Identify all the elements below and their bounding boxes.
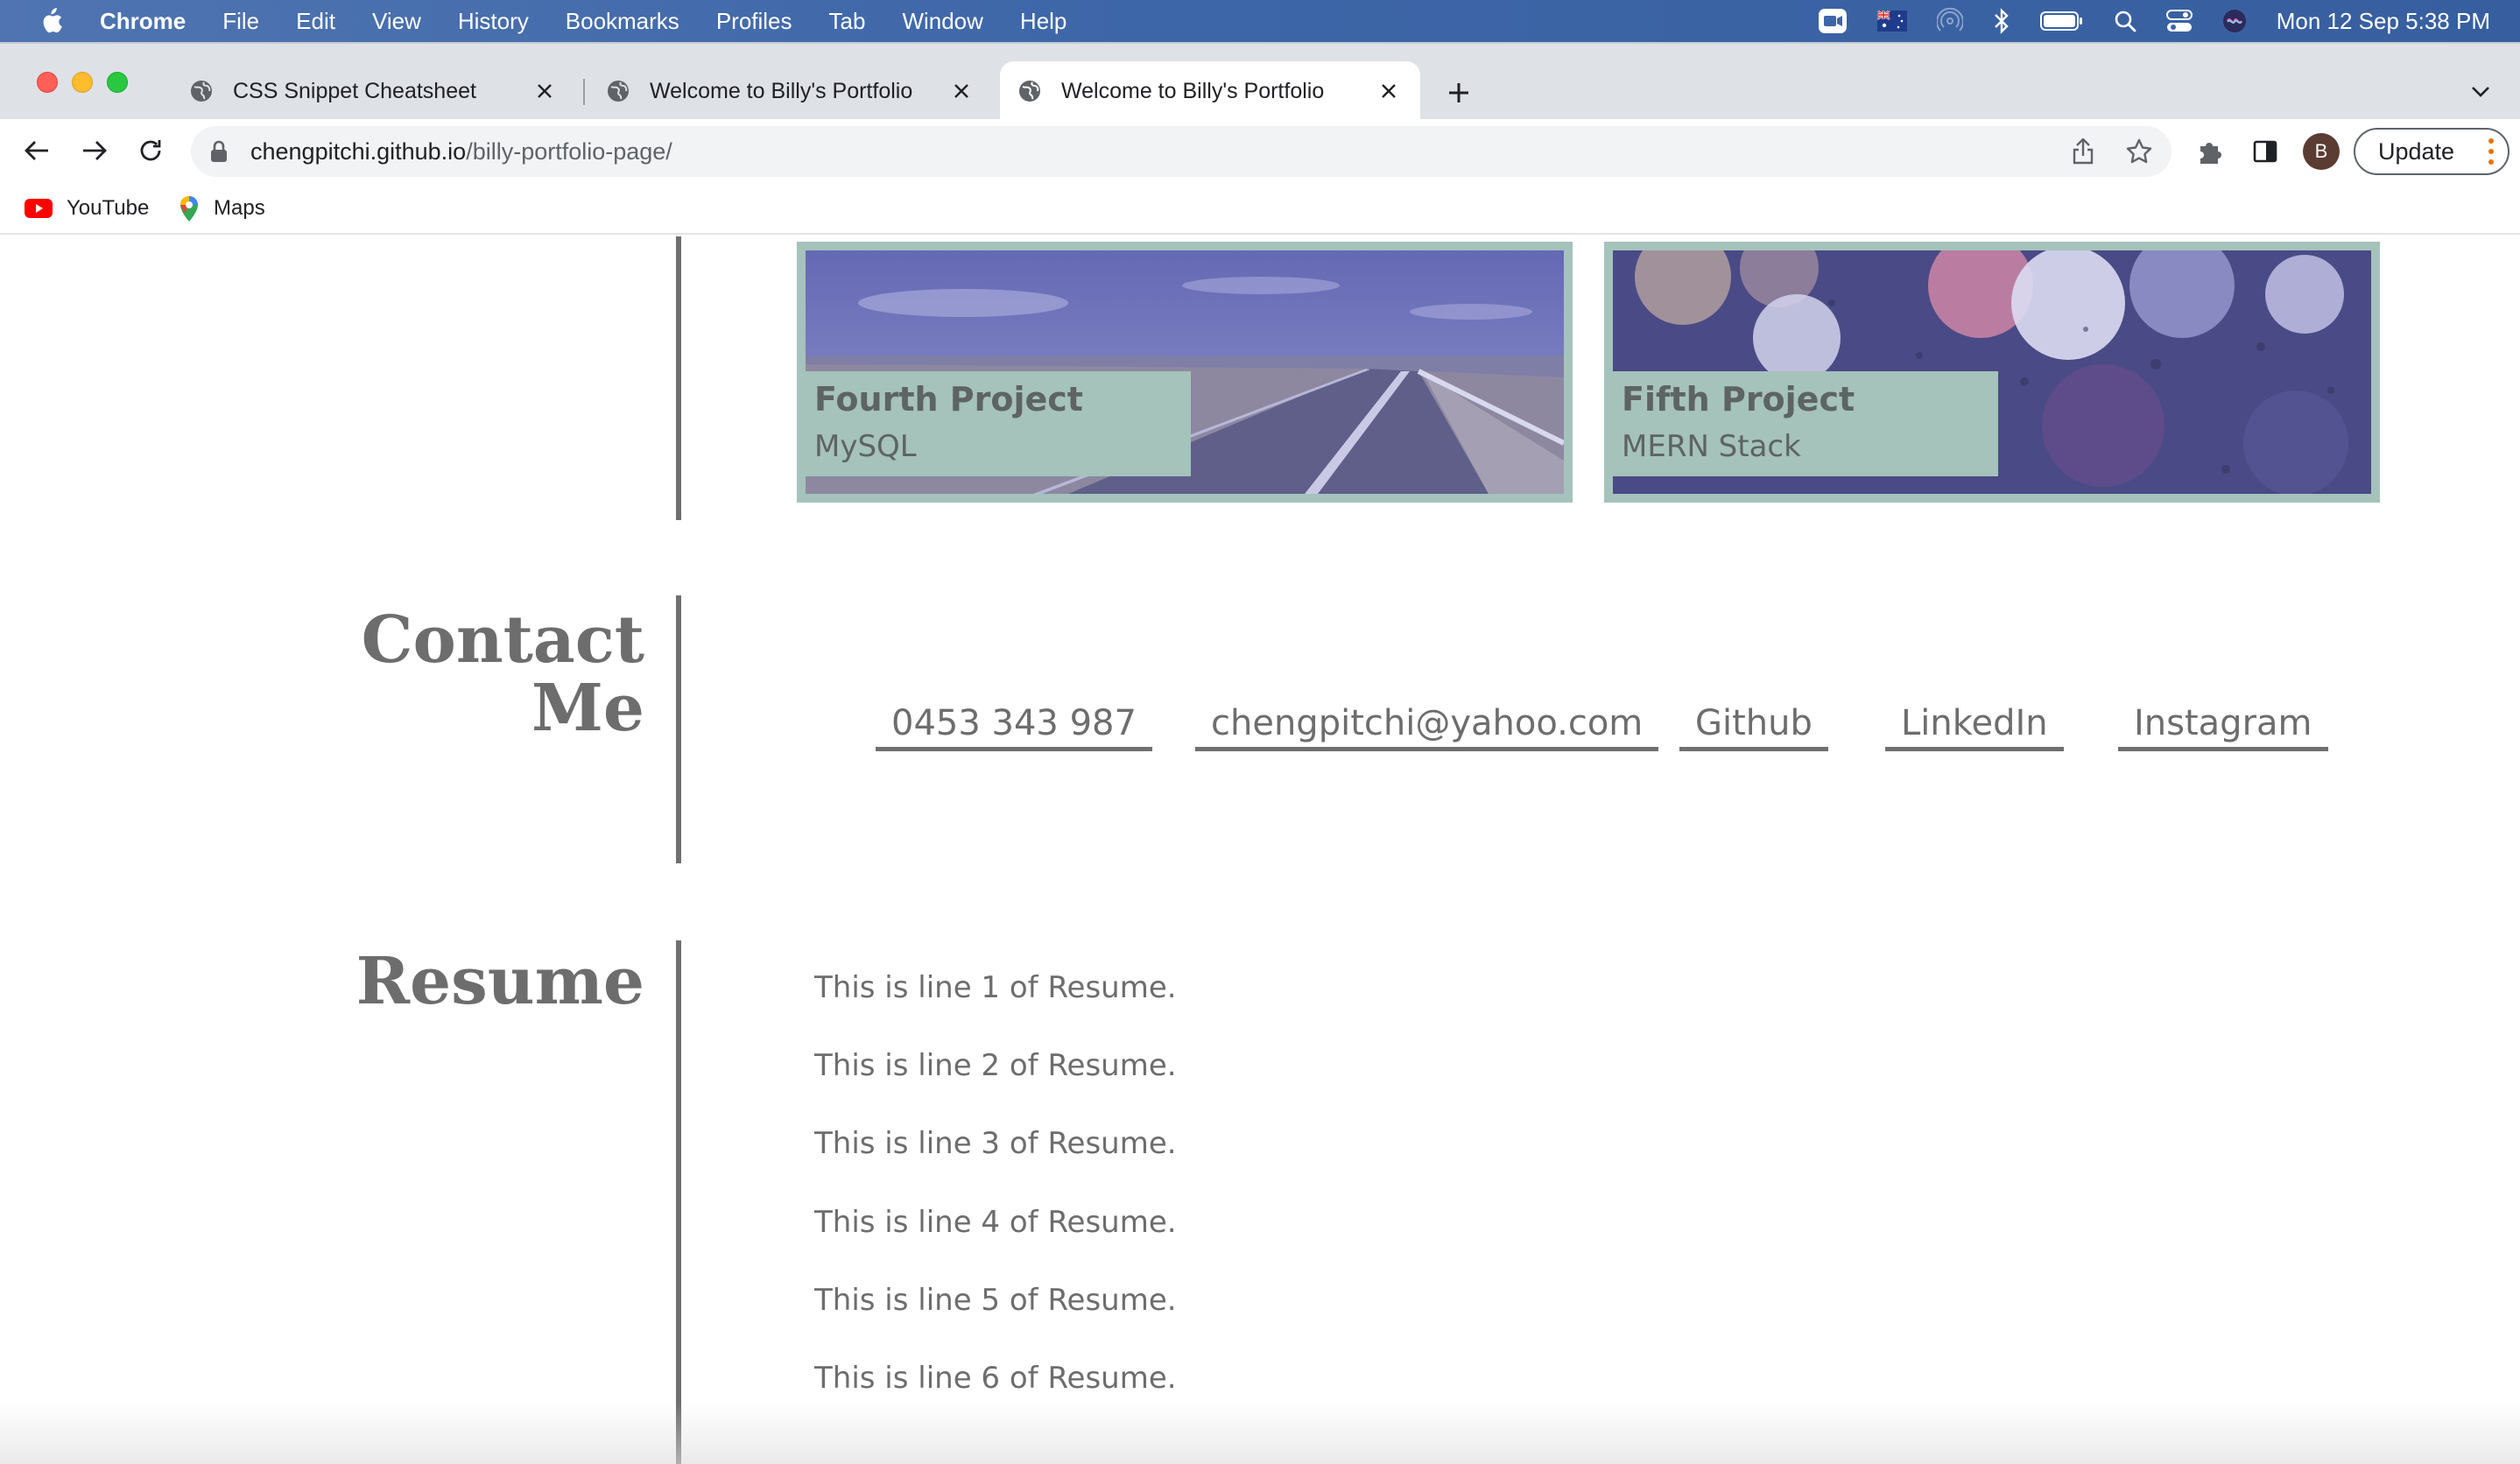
battery-icon[interactable]	[2039, 11, 2084, 32]
menu-tab[interactable]: Tab	[829, 8, 866, 35]
url-path: /billy-portfolio-page/	[466, 137, 672, 165]
project-card-fourth[interactable]: Fourth Project MySQL	[797, 242, 1573, 503]
tab-billys-portfolio-active[interactable]: Welcome to Billy's Portfolio	[1000, 61, 1420, 121]
reload-icon[interactable]	[133, 133, 168, 168]
airdrop-icon[interactable]	[1936, 8, 1963, 34]
menubar-clock[interactable]: Mon 12 Sep 5:38 PM	[2277, 8, 2490, 35]
macos-menu-bar: Chrome File Edit View History Bookmarks …	[0, 0, 2520, 42]
kebab-menu-icon[interactable]	[2487, 138, 2495, 165]
contact-linkedin-link[interactable]: LinkedIn	[1885, 700, 2064, 751]
contact-divider	[676, 595, 681, 863]
page-viewport: Fourth Project MySQL Fifth Project MERN …	[0, 236, 2520, 1464]
tab-divider	[583, 79, 585, 105]
menu-file[interactable]: File	[222, 8, 259, 35]
contact-section-title: Contact Me	[362, 606, 644, 743]
resume-line: This is line 3 of Resume.	[814, 1126, 1177, 1161]
address-bar[interactable]: chengpitchi.github.io/billy-portfolio-pa…	[191, 126, 2172, 177]
globe-icon	[1019, 81, 1040, 102]
contact-title-line2: Me	[531, 671, 644, 746]
resume-line: This is line 4 of Resume.	[814, 1205, 1177, 1240]
close-icon[interactable]	[1376, 79, 1401, 103]
close-icon[interactable]	[532, 79, 557, 103]
project-title: Fifth Project	[1622, 380, 1855, 419]
project-label: Fifth Project MERN Stack	[1613, 371, 1998, 476]
project-subtitle: MERN Stack	[1622, 429, 1801, 464]
bookmarks-bar: YouTube Maps	[0, 182, 2520, 235]
lock-icon[interactable]	[210, 138, 231, 165]
bookmark-label: YouTube	[67, 196, 150, 220]
bookmark-label: Maps	[214, 196, 265, 220]
tab-title: Welcome to Billy's Portfolio	[1061, 78, 1325, 103]
url-host: chengpitchi.github.io	[250, 137, 467, 165]
window-bottom-shadow	[0, 1403, 2520, 1464]
new-tab-plus-icon[interactable]	[1443, 77, 1475, 109]
menu-app-chrome[interactable]: Chrome	[100, 8, 186, 35]
tab-title: CSS Snippet Cheatsheet	[233, 78, 476, 103]
tab-billys-portfolio[interactable]: Welcome to Billy's Portfolio	[588, 61, 993, 121]
extensions-puzzle-icon[interactable]	[2193, 135, 2226, 168]
globe-icon	[191, 81, 212, 102]
project-subtitle: MySQL	[814, 429, 917, 464]
tab-css-snippet-cheatsheet[interactable]: CSS Snippet Cheatsheet	[172, 61, 576, 121]
menu-view[interactable]: View	[372, 8, 421, 35]
control-center-icon[interactable]	[2165, 9, 2193, 33]
menu-help[interactable]: Help	[1020, 8, 1066, 35]
close-window-button[interactable]	[37, 72, 58, 93]
maps-icon	[179, 194, 200, 222]
resume-line: This is line 6 of Resume.	[814, 1361, 1177, 1396]
globe-icon	[608, 81, 629, 102]
resume-line: This is line 5 of Resume.	[814, 1283, 1177, 1318]
project-label: Fourth Project MySQL	[806, 371, 1191, 476]
siri-icon[interactable]	[2222, 9, 2247, 33]
side-panel-icon[interactable]	[2249, 135, 2282, 168]
window-controls	[37, 72, 128, 93]
profile-avatar[interactable]: B	[2303, 133, 2340, 170]
bookmark-youtube[interactable]: YouTube	[25, 191, 149, 226]
status-area: Mon 12 Sep 5:38 PM	[1818, 0, 2490, 42]
update-button[interactable]: Update	[2354, 128, 2509, 175]
update-button-label: Update	[2378, 137, 2455, 165]
resume-line: This is line 2 of Resume.	[814, 1048, 1177, 1083]
back-arrow-icon[interactable]	[19, 133, 54, 168]
minimize-window-button[interactable]	[72, 72, 93, 93]
contact-github-link[interactable]: Github	[1679, 700, 1828, 751]
menu-edit[interactable]: Edit	[296, 8, 335, 35]
bookmark-maps[interactable]: Maps	[179, 191, 265, 226]
url-text[interactable]: chengpitchi.github.io/billy-portfolio-pa…	[250, 138, 672, 165]
menu-history[interactable]: History	[458, 8, 529, 35]
fullscreen-window-button[interactable]	[107, 72, 128, 93]
bookmark-star-icon[interactable]	[2124, 137, 2154, 166]
share-icon[interactable]	[2068, 137, 2098, 166]
contact-title-line1: Contact	[361, 602, 644, 678]
menu-window[interactable]: Window	[902, 8, 982, 35]
spotlight-icon[interactable]	[2114, 10, 2136, 32]
apple-logo-icon[interactable]	[39, 7, 65, 35]
resume-line: This is line 1 of Resume.	[814, 970, 1177, 1005]
contact-email-link[interactable]: chengpitchi@yahoo.com	[1195, 700, 1659, 751]
project-title: Fourth Project	[814, 380, 1083, 419]
flag-icon[interactable]	[1876, 11, 1907, 32]
tab-title: Welcome to Billy's Portfolio	[650, 78, 913, 103]
menu-bookmarks[interactable]: Bookmarks	[566, 8, 679, 35]
chevron-down-icon[interactable]	[2467, 79, 2494, 105]
youtube-icon	[25, 198, 53, 219]
menu-profiles[interactable]: Profiles	[716, 8, 792, 35]
contact-instagram-link[interactable]: Instagram	[2118, 700, 2328, 751]
browser-toolbar: chengpitchi.github.io/billy-portfolio-pa…	[0, 119, 2520, 182]
bluetooth-icon[interactable]	[1993, 8, 2010, 34]
project-card-fifth[interactable]: Fifth Project MERN Stack	[1604, 242, 2380, 503]
contact-phone-link[interactable]: 0453 343 987	[876, 700, 1152, 751]
forward-arrow-icon[interactable]	[77, 133, 112, 168]
close-icon[interactable]	[949, 79, 974, 103]
zoom-icon[interactable]	[1818, 8, 1848, 34]
tab-strip: CSS Snippet Cheatsheet Welcome to Billy'…	[0, 42, 2520, 121]
resume-divider	[676, 940, 681, 1464]
resume-section-title: Resume	[355, 944, 644, 1019]
projects-divider	[676, 236, 681, 520]
